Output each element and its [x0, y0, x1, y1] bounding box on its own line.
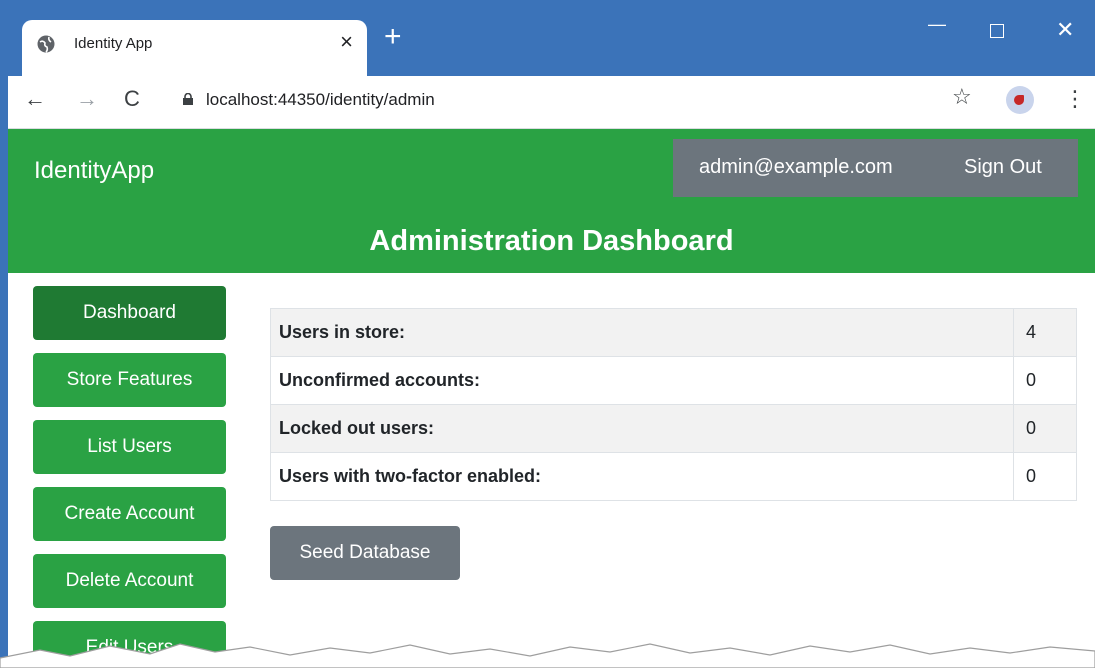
- forward-arrow-icon[interactable]: →: [76, 86, 98, 112]
- sign-out-link[interactable]: Sign Out: [964, 156, 1042, 179]
- browser-menu-icon[interactable]: ⋮: [1064, 86, 1086, 112]
- address-bar[interactable]: localhost:44350/identity/admin: [206, 90, 435, 110]
- table-row: Locked out users: 0: [269, 404, 1077, 453]
- browser-toolbar: ← → C localhost:44350/identity/admin ☆ ⋮: [8, 76, 1095, 129]
- back-arrow-icon[interactable]: ←: [24, 86, 46, 112]
- stat-label: Users in store:: [269, 308, 1015, 357]
- stat-label: Locked out users:: [269, 404, 1015, 453]
- stat-value: 4: [1013, 308, 1077, 357]
- seed-database-button[interactable]: Seed Database: [270, 526, 460, 580]
- browser-tab[interactable]: Identity App ×: [22, 20, 367, 78]
- stat-label: Unconfirmed accounts:: [269, 356, 1015, 405]
- maximize-button[interactable]: [990, 24, 1004, 38]
- table-row: Unconfirmed accounts: 0: [269, 356, 1077, 405]
- torn-edge-decoration: [0, 643, 1095, 668]
- stat-value: 0: [1013, 452, 1077, 501]
- profile-avatar[interactable]: [1006, 86, 1034, 114]
- minimize-button[interactable]: —: [928, 14, 946, 34]
- tab-close-icon[interactable]: ×: [340, 30, 353, 54]
- brand-logo[interactable]: IdentityApp: [34, 157, 154, 185]
- tab-title: Identity App: [74, 35, 153, 52]
- sidebar-item-store-features[interactable]: Store Features: [33, 353, 226, 407]
- new-tab-button[interactable]: +: [384, 22, 402, 52]
- app-header: IdentityApp admin@example.com Sign Out A…: [8, 129, 1095, 273]
- stat-label: Users with two-factor enabled:: [269, 452, 1015, 501]
- page-title: Administration Dashboard: [369, 225, 734, 257]
- sidebar-item-create-account[interactable]: Create Account: [33, 487, 226, 541]
- globe-icon: [37, 35, 55, 53]
- reload-icon[interactable]: C: [124, 86, 140, 112]
- stat-value: 0: [1013, 356, 1077, 405]
- lock-icon[interactable]: [182, 93, 194, 105]
- sidebar-item-dashboard[interactable]: Dashboard: [33, 286, 226, 340]
- sidebar-item-delete-account[interactable]: Delete Account: [33, 554, 226, 608]
- stats-table: Users in store: 4 Unconfirmed accounts: …: [269, 308, 1077, 501]
- window-frame: [0, 0, 8, 668]
- sidebar-item-list-users[interactable]: List Users: [33, 420, 226, 474]
- stat-value: 0: [1013, 404, 1077, 453]
- user-area: admin@example.com Sign Out: [673, 139, 1078, 197]
- bookmark-star-icon[interactable]: ☆: [952, 84, 972, 110]
- user-email: admin@example.com: [699, 156, 893, 178]
- table-row: Users with two-factor enabled: 0: [269, 452, 1077, 501]
- close-window-button[interactable]: ✕: [1056, 19, 1074, 41]
- table-row: Users in store: 4: [269, 308, 1077, 357]
